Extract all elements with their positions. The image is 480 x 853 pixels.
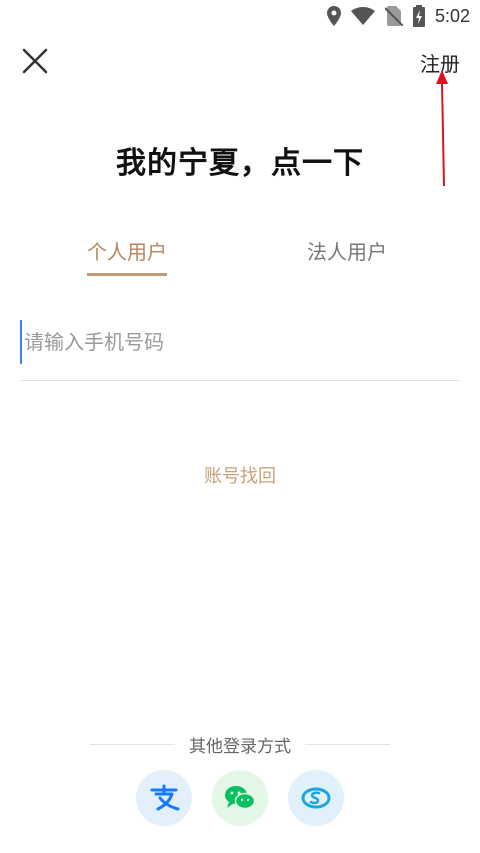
divider-line-left <box>90 743 175 745</box>
close-icon <box>22 48 48 74</box>
tab-corporate-user[interactable]: 法人用户 <box>307 236 387 273</box>
social-security-icon <box>301 787 331 809</box>
wechat-icon <box>225 786 256 810</box>
phone-input-container <box>20 320 460 381</box>
social-security-login-button[interactable] <box>288 770 344 826</box>
account-recovery-link[interactable]: 账号找回 <box>0 462 480 488</box>
phone-number-input[interactable] <box>20 320 460 364</box>
alipay-login-button[interactable] <box>136 770 192 826</box>
wifi-icon <box>350 7 375 25</box>
other-login-label: 其他登录方式 <box>189 736 291 757</box>
alipay-icon <box>150 784 180 811</box>
status-time: 5:02 <box>434 5 470 26</box>
register-link[interactable]: 注册 <box>420 48 460 77</box>
third-party-login-icons <box>0 770 480 828</box>
no-sim-icon <box>384 6 403 26</box>
tab-personal-user[interactable]: 个人用户 <box>87 236 167 276</box>
login-screen: 5:02 注册 我的宁夏，点一下 个人用户 法人用户 账号找回 其他登录方式 <box>0 0 480 853</box>
close-button[interactable] <box>20 46 50 76</box>
page-title: 我的宁夏，点一下 <box>116 146 364 181</box>
other-login-divider: 其他登录方式 <box>90 732 390 757</box>
wechat-login-button[interactable] <box>212 770 268 826</box>
battery-charging-icon <box>412 5 425 27</box>
status-bar: 5:02 <box>0 0 480 32</box>
divider-line-right <box>305 743 390 745</box>
location-icon <box>326 6 341 26</box>
user-type-tabs: 个人用户 法人用户 <box>0 236 480 276</box>
